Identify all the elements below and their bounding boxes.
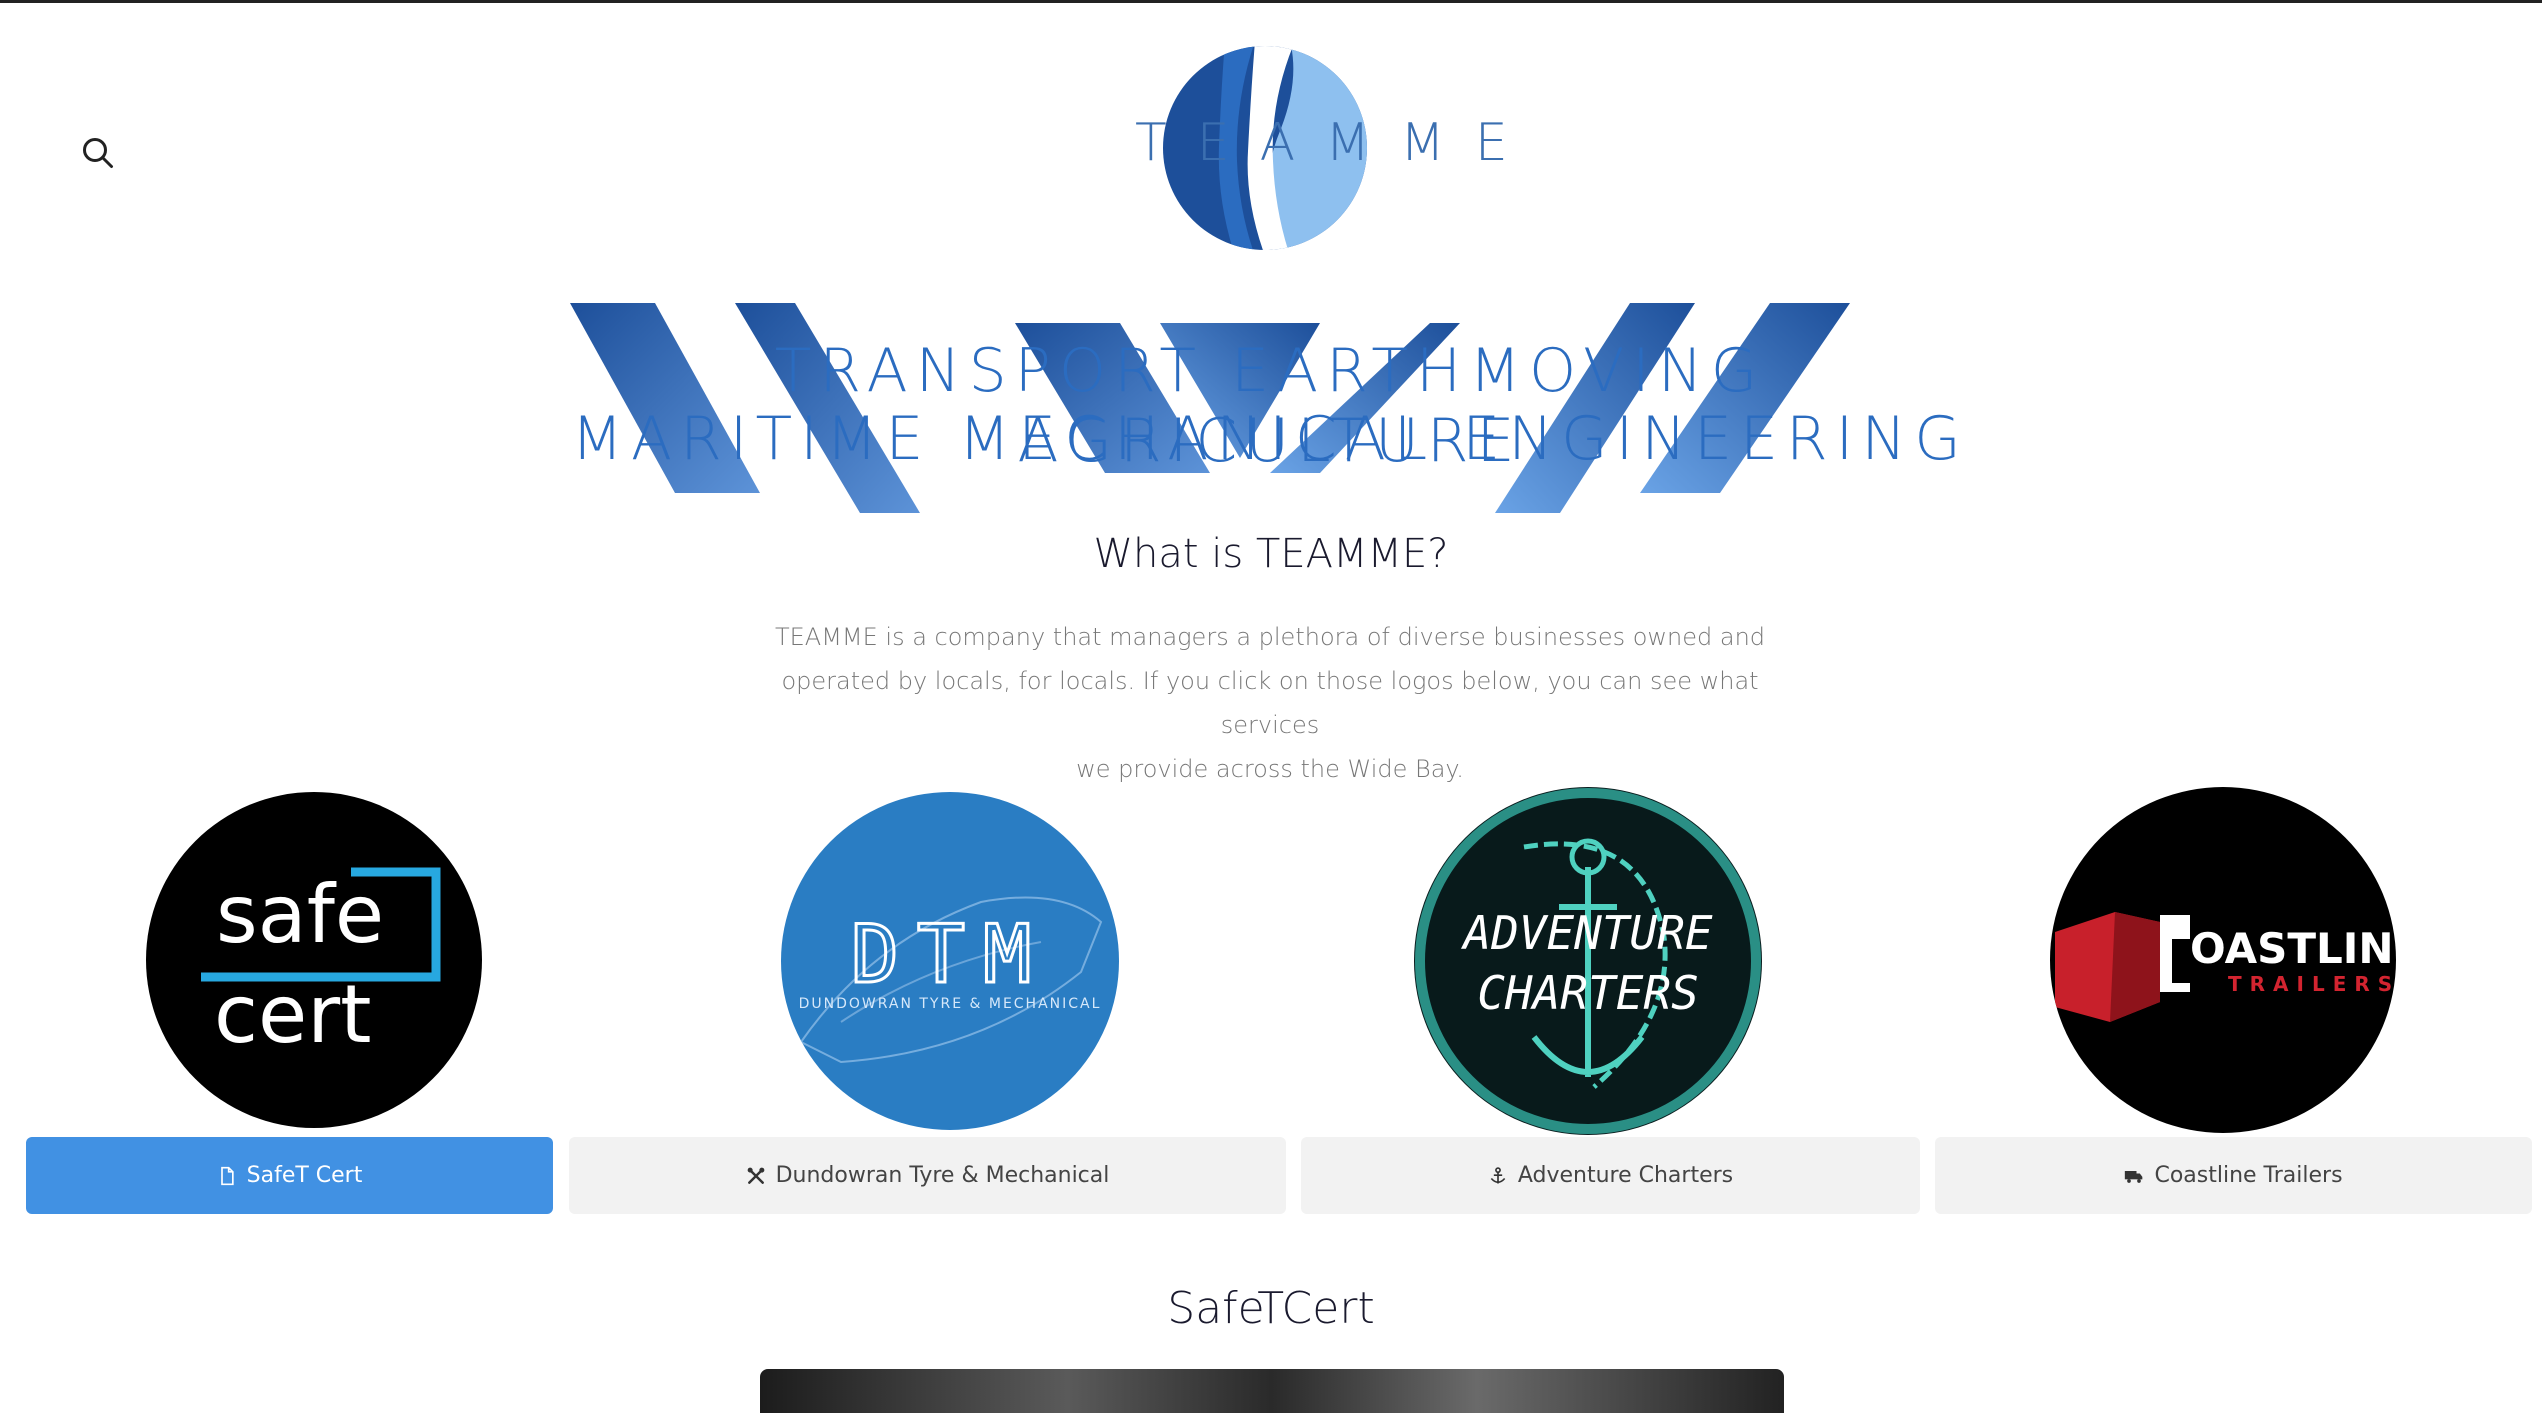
tab-label: Coastline Trailers bbox=[2154, 1163, 2343, 1188]
adventure-charters-logo-art: ADVENTURE CHARTERS bbox=[1415, 788, 1761, 1134]
tab-safet-cert[interactable]: SafeT Cert bbox=[26, 1137, 553, 1214]
tab-label: Adventure Charters bbox=[1517, 1163, 1734, 1188]
search-icon bbox=[83, 138, 113, 168]
safetcert-logo-text-2: cert bbox=[214, 968, 371, 1061]
tab-coastline-trailers[interactable]: Coastline Trailers bbox=[1935, 1137, 2532, 1214]
search-button[interactable] bbox=[80, 135, 116, 171]
tab-dundowran-tyre-mechanical[interactable]: Dundowran Tyre & Mechanical bbox=[569, 1137, 1286, 1214]
logo-wordmark: TEAMME bbox=[1135, 113, 1538, 173]
dtm-logo-text-1: DTM bbox=[851, 908, 1050, 1001]
adventure-charters-logo[interactable]: ADVENTURE CHARTERS bbox=[1414, 787, 1762, 1135]
tab-label: SafeT Cert bbox=[246, 1163, 363, 1188]
about-line: we provide across the Wide Bay. bbox=[1076, 755, 1464, 783]
safetcert-logo-text-1: safe bbox=[216, 868, 384, 961]
anchor-icon bbox=[1490, 1166, 1506, 1183]
tab-label: Dundowran Tyre & Mechanical bbox=[775, 1163, 1110, 1188]
tab-adventure-charters[interactable]: Adventure Charters bbox=[1301, 1137, 1920, 1214]
coastline-logo-text-1: OASTLINE bbox=[2190, 924, 2396, 973]
file-icon bbox=[220, 1166, 234, 1185]
coastline-logo-art: OASTLINE TRAILERS bbox=[2055, 912, 2396, 1022]
safetcert-logo-art: safe cert bbox=[201, 867, 441, 1061]
truck-icon bbox=[2125, 1170, 2143, 1183]
section-heading: SafeTCert bbox=[1167, 1283, 1375, 1334]
about-paragraph: TEAMME is a company that managers a plet… bbox=[770, 615, 1770, 791]
adventure-logo-text-2: CHARTERS bbox=[1477, 966, 1699, 1020]
about-heading: What is TEAMME? bbox=[1093, 531, 1449, 577]
dtm-logo[interactable]: DTM DUNDOWRAN TYRE & MECHANICAL bbox=[781, 792, 1119, 1130]
dtm-logo-art: DTM DUNDOWRAN TYRE & MECHANICAL bbox=[799, 896, 1103, 1064]
safetcert-logo[interactable]: safe cert bbox=[146, 792, 482, 1128]
about-line: operated by locals, for locals. If you c… bbox=[781, 667, 1759, 739]
coastline-logo-text-2: TRAILERS bbox=[2228, 972, 2396, 996]
about-line: TEAMME is a company that managers a plet… bbox=[774, 623, 1766, 651]
site-logo[interactable]: TEAMME bbox=[1105, 41, 1538, 256]
adventure-logo-text-1: ADVENTURE bbox=[1460, 906, 1713, 960]
section-preview-image bbox=[760, 1369, 1784, 1413]
hero-tagline-line-2: MARITIME MECHANICAL ENGINEERING bbox=[571, 404, 1969, 474]
tools-icon bbox=[747, 1167, 764, 1184]
dtm-logo-text-2: DUNDOWRAN TYRE & MECHANICAL bbox=[799, 996, 1102, 1012]
hero-banner: TRANSPORT EARTHMOVING AGRICULTURE MARITI… bbox=[560, 298, 1980, 518]
coastline-trailers-logo[interactable]: OASTLINE TRAILERS bbox=[2050, 787, 2396, 1133]
